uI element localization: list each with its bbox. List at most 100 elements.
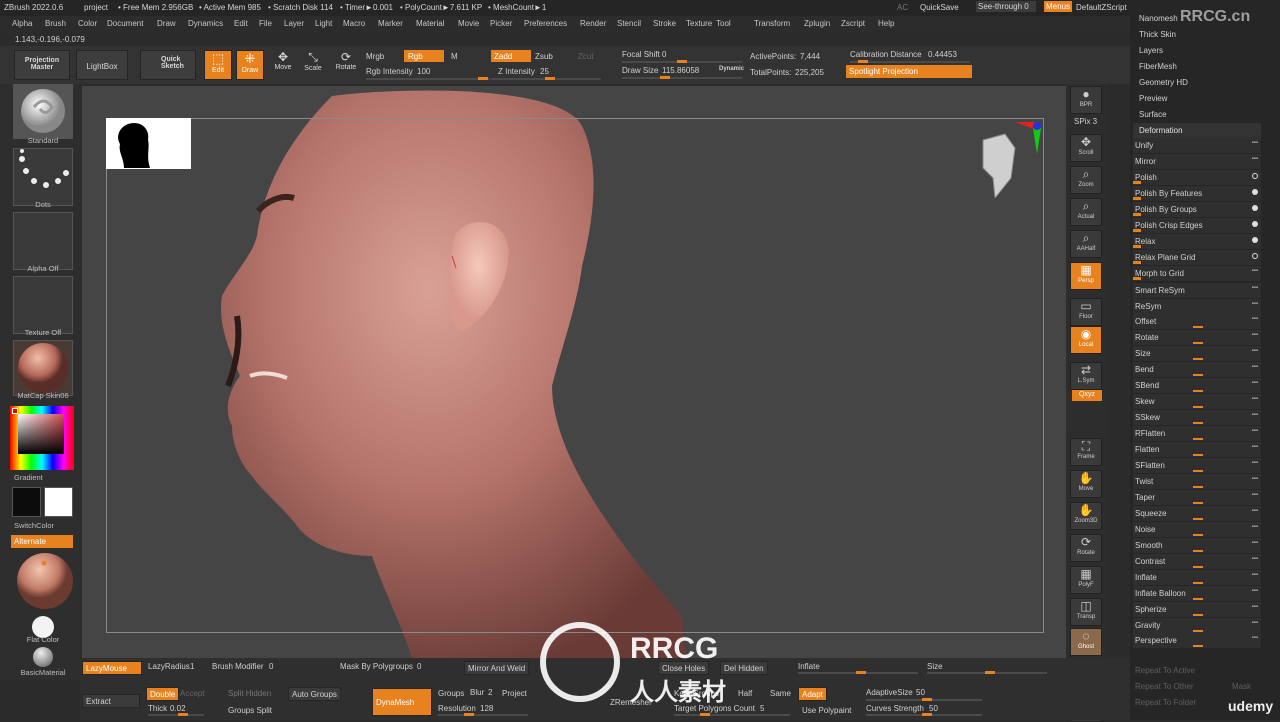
- palette-fibermesh[interactable]: FiberMesh: [1137, 59, 1265, 74]
- deform-footer-mask[interactable]: Mask: [1232, 682, 1251, 691]
- mrgb-button[interactable]: Mrgb: [366, 52, 384, 61]
- axis-toggle-icon[interactable]: ▪▪▪: [1252, 508, 1258, 514]
- split-hidden-button[interactable]: Split Hidden: [228, 689, 271, 698]
- zoom3d-button[interactable]: ✋ Zoom3D: [1070, 502, 1102, 530]
- axis-toggle-icon[interactable]: ▪▪▪: [1252, 620, 1258, 626]
- axis-toggle-icon[interactable]: ▪▪▪: [1252, 524, 1258, 530]
- main-color-swatch[interactable]: [12, 487, 41, 517]
- zscript-button[interactable]: DefaultZScript: [1076, 3, 1127, 12]
- axis-toggle-icon[interactable]: ▪▪▪: [1252, 556, 1258, 562]
- deform-gravity[interactable]: Gravity ▪▪▪: [1133, 617, 1261, 633]
- deform-taper[interactable]: Taper ▪▪▪: [1133, 489, 1261, 505]
- axis-toggle-icon[interactable]: ▪▪▪: [1252, 380, 1258, 386]
- menu-color[interactable]: Color: [78, 19, 97, 28]
- deform-polish-by-groups[interactable]: Polish By Groups: [1133, 201, 1261, 217]
- aahalf-button[interactable]: ⌕ AAHalf: [1070, 230, 1102, 258]
- deform-smooth[interactable]: Smooth ▪▪▪: [1133, 537, 1261, 553]
- axis-toggle-icon[interactable]: ▪▪▪: [1252, 396, 1258, 402]
- deform-sskew[interactable]: SSkew ▪▪▪: [1133, 410, 1261, 426]
- axis-toggle-icon[interactable]: ▪▪▪: [1252, 428, 1258, 434]
- axis-toggle-icon[interactable]: ▪▪▪: [1252, 476, 1258, 482]
- menu-render[interactable]: Render: [580, 19, 606, 28]
- deform-rotate[interactable]: Rotate ▪▪▪: [1133, 330, 1261, 346]
- adapt-button[interactable]: Adapt: [798, 687, 827, 701]
- menu-zplugin[interactable]: Zplugin: [804, 19, 830, 28]
- deform-inflate-balloon[interactable]: Inflate Balloon ▪▪▪: [1133, 585, 1261, 601]
- bpr-button[interactable]: ● BPR: [1070, 86, 1102, 114]
- deform-relax[interactable]: Relax: [1133, 233, 1261, 249]
- deform-unify[interactable]: Unify ▪▪▪: [1133, 138, 1261, 153]
- zsub-button[interactable]: Zsub: [535, 52, 553, 61]
- menu-preferences[interactable]: Preferences: [524, 19, 567, 28]
- mirror-weld-button[interactable]: Mirror And Weld: [464, 661, 530, 675]
- toggle-on-icon[interactable]: [1252, 220, 1258, 227]
- frame-button[interactable]: ⛶ Frame: [1070, 438, 1102, 466]
- rgb-intensity-slider[interactable]: [366, 77, 490, 80]
- axis-toggle-icon[interactable]: ▪▪▪: [1252, 285, 1258, 291]
- axis-toggle-icon[interactable]: ▪▪▪: [1252, 268, 1258, 274]
- color-picker[interactable]: [10, 406, 74, 470]
- menu-help[interactable]: Help: [878, 19, 894, 28]
- menu-material[interactable]: Material: [416, 19, 444, 28]
- focal-shift-slider[interactable]: [622, 60, 742, 63]
- standard-brush-thumb[interactable]: [13, 84, 73, 139]
- menu-picker[interactable]: Picker: [490, 19, 512, 28]
- zoom-button[interactable]: ⌕ Zoom: [1070, 166, 1102, 194]
- deformation-header[interactable]: Deformation: [1133, 123, 1261, 138]
- orientation-gizmo[interactable]: [975, 118, 1045, 200]
- menu-stencil[interactable]: Stencil: [617, 19, 641, 28]
- deform-sflatten[interactable]: SFlatten ▪▪▪: [1133, 458, 1261, 473]
- scale-button[interactable]: ⤡ Scale: [300, 50, 326, 80]
- move-button[interactable]: ✥ Move: [270, 50, 296, 80]
- z-intensity-slider[interactable]: [491, 77, 601, 80]
- spix-slider[interactable]: SPix 3: [1074, 117, 1097, 126]
- inflate-slider[interactable]: [798, 671, 918, 674]
- m-button[interactable]: M: [451, 52, 458, 61]
- deform-morph-to-grid[interactable]: Morph to Grid ▪▪▪: [1133, 265, 1261, 281]
- axis-toggle-icon[interactable]: ▪▪▪: [1252, 332, 1258, 338]
- toggle-on-icon[interactable]: [1252, 236, 1258, 243]
- menu-brush[interactable]: Brush: [45, 19, 66, 28]
- axis-toggle-icon[interactable]: ▪▪▪: [1252, 572, 1258, 578]
- menu-zscript[interactable]: Zscript: [841, 19, 865, 28]
- groups-split-button[interactable]: Groups Split: [228, 706, 272, 715]
- half-button[interactable]: Half: [738, 689, 752, 698]
- lightbox-button[interactable]: LightBox: [76, 50, 128, 80]
- palette-layers[interactable]: Layers: [1137, 43, 1265, 58]
- del-hidden-button[interactable]: Del Hidden: [720, 661, 768, 675]
- actual-button[interactable]: ⌕ Actual: [1070, 198, 1102, 226]
- menu-macro[interactable]: Macro: [343, 19, 365, 28]
- deform-polish[interactable]: Polish: [1133, 169, 1261, 185]
- rotate-view-button[interactable]: ⟳ Rotate: [1070, 534, 1102, 562]
- palette-surface[interactable]: Surface: [1137, 107, 1265, 122]
- toggle-on-icon[interactable]: [1252, 188, 1258, 195]
- move-view-button[interactable]: ✋ Move: [1070, 470, 1102, 498]
- persp-button[interactable]: ▦ Persp: [1070, 262, 1102, 290]
- zcut-button[interactable]: Zcut: [578, 52, 594, 61]
- alpha-thumb[interactable]: [13, 212, 73, 270]
- axis-toggle-icon[interactable]: ▪▪▪: [1252, 444, 1258, 450]
- target-polygons-slider[interactable]: [674, 713, 790, 716]
- lsym-button[interactable]: ⇄ L.Sym: [1070, 362, 1102, 390]
- palette-geometry-hd[interactable]: Geometry HD: [1137, 75, 1265, 90]
- menu-alpha[interactable]: Alpha: [12, 19, 32, 28]
- deform-smart-resym[interactable]: Smart ReSym ▪▪▪: [1133, 282, 1261, 298]
- thick-slider[interactable]: [148, 713, 204, 716]
- deform-offset[interactable]: Offset ▪▪▪: [1133, 314, 1261, 330]
- deform-perspective[interactable]: Perspective ▪▪▪: [1133, 633, 1261, 649]
- edit-button[interactable]: ⬚ Edit: [204, 50, 232, 80]
- extract-button[interactable]: Extract: [82, 694, 140, 708]
- texture-thumb[interactable]: [13, 276, 73, 334]
- menu-movie[interactable]: Movie: [458, 19, 479, 28]
- deform-footer-repeat-to-folder[interactable]: Repeat To Folder: [1135, 698, 1196, 707]
- secondary-color-swatch[interactable]: [44, 487, 73, 517]
- axis-toggle-icon[interactable]: ▪▪▪: [1252, 460, 1258, 466]
- project-button[interactable]: Project: [502, 689, 527, 698]
- menu-layer[interactable]: Layer: [284, 19, 304, 28]
- floor-button[interactable]: ▭ Floor: [1070, 298, 1102, 326]
- lazymouse-button[interactable]: LazyMouse: [82, 661, 142, 675]
- deform-noise[interactable]: Noise ▪▪▪: [1133, 521, 1261, 537]
- axis-toggle-icon[interactable]: ▪▪▪: [1252, 540, 1258, 546]
- menu-stroke[interactable]: Stroke: [653, 19, 676, 28]
- axis-toggle-icon[interactable]: ▪▪▪: [1252, 412, 1258, 418]
